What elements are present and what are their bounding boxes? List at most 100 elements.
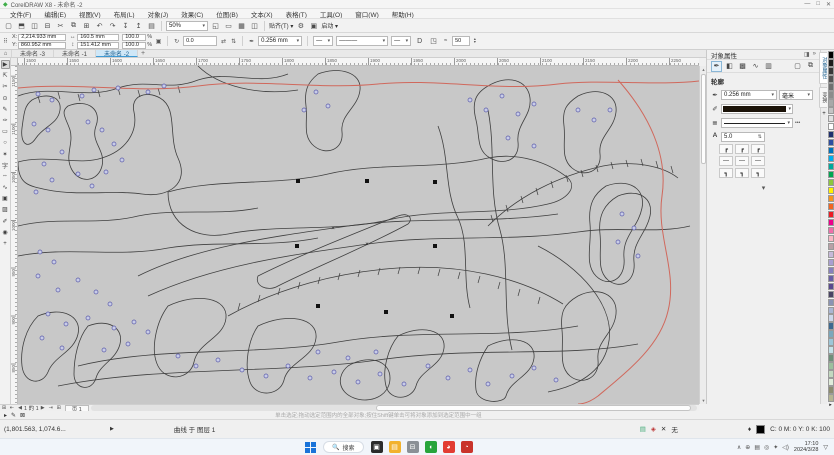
palette-color-17[interactable] (828, 187, 834, 195)
palette-color-40[interactable] (828, 370, 834, 378)
palette-color-42[interactable] (828, 386, 834, 394)
document-tab-0[interactable]: 未命名 -3 (12, 50, 54, 57)
freehand-tool[interactable]: ✎ (1, 105, 10, 114)
palette-color-22[interactable] (828, 227, 834, 235)
connector-tool[interactable]: ∿ (1, 183, 10, 192)
corner-style-button-1[interactable]: ┏ (735, 144, 749, 154)
palette-color-30[interactable] (828, 291, 834, 299)
eyedropper-tool[interactable]: ✐ (1, 217, 10, 226)
show-guidelines-icon[interactable]: ◫ (249, 20, 260, 31)
scale-v-field[interactable]: 100.0 (122, 42, 146, 49)
paste-icon[interactable]: ⊞ (81, 20, 92, 31)
palette-color-14[interactable] (828, 163, 834, 171)
photos-app-icon[interactable]: ▣ (371, 441, 383, 453)
palette-flyout-icon[interactable]: ▸ (829, 402, 832, 408)
ruler-origin[interactable] (11, 58, 18, 66)
docker-pin-icon[interactable]: ◨ (804, 51, 810, 58)
palette-color-2[interactable] (828, 67, 834, 75)
rotation-field[interactable]: 0.0 (183, 36, 217, 46)
tray-icon-0[interactable]: ∧ (737, 444, 741, 451)
show-rulers-icon[interactable]: ▭ (223, 20, 234, 31)
palette-color-38[interactable] (828, 354, 834, 362)
save-icon[interactable]: ◫ (29, 20, 40, 31)
file-explorer-icon[interactable]: ▤ (389, 441, 401, 453)
dimension-tool[interactable]: ⇔ (1, 172, 10, 181)
outline-width-combo[interactable]: 0.256 mm▾ (258, 36, 302, 46)
line-cap-button-1[interactable]: — (735, 156, 749, 166)
palette-color-4[interactable] (828, 83, 834, 91)
artistic-media-tool[interactable]: ✑ (1, 116, 10, 125)
menu-item-8[interactable]: 表格(T) (280, 9, 313, 19)
palette-color-34[interactable] (828, 322, 834, 330)
miter-limit-field[interactable]: 5.0⇅ (721, 132, 765, 142)
fill-tab-icon[interactable]: ◧ (724, 61, 735, 72)
object-height-field[interactable]: 151.412 mm (77, 42, 119, 49)
menu-item-10[interactable]: 窗口(W) (349, 9, 384, 19)
docker-expander-icon[interactable]: ▾ (707, 184, 820, 192)
coreldraw-app-icon[interactable]: ◔ (461, 441, 473, 453)
drop-shadow-tool[interactable]: ▣ (1, 194, 10, 203)
palette-color-43[interactable] (828, 394, 834, 402)
smooth-field[interactable]: 50 (452, 36, 470, 46)
palette-color-32[interactable] (828, 307, 834, 315)
palette-color-31[interactable] (828, 299, 834, 307)
menu-item-2[interactable]: 视图(V) (73, 9, 107, 19)
interactive-fill-tool[interactable]: ◉ (1, 228, 10, 237)
palette-color-27[interactable] (828, 267, 834, 275)
palette-color-35[interactable] (828, 330, 834, 338)
palette-color-19[interactable] (828, 203, 834, 211)
crop-tool[interactable]: ✂ (1, 82, 10, 91)
palette-color-5[interactable] (828, 91, 834, 99)
palette-color-3[interactable] (828, 75, 834, 83)
palette-color-15[interactable] (828, 171, 834, 179)
palette-color-8[interactable] (828, 115, 834, 123)
transparency-tool[interactable]: ▨ (1, 205, 10, 214)
palette-color-25[interactable] (828, 251, 834, 259)
transparency-tab-icon[interactable]: ▩ (737, 61, 748, 72)
add-tool-button[interactable]: + (1, 239, 10, 248)
show-grid-icon[interactable]: ▦ (236, 20, 247, 31)
launch-dropdown[interactable]: 启动 ▾ (321, 21, 338, 30)
zoom-tool[interactable]: ⊙ (1, 94, 10, 103)
mirror-horizontal-icon[interactable]: ⇄ (220, 38, 227, 45)
palette-color-21[interactable] (828, 219, 834, 227)
ellipse-tool[interactable]: ○ (1, 138, 10, 147)
summary-tab-icon[interactable]: ▥ (763, 61, 774, 72)
menu-item-6[interactable]: 位图(B) (210, 9, 244, 19)
palette-color-6[interactable] (828, 99, 834, 107)
horizontal-ruler[interactable]: 1500155016001650170017501800185019001950… (18, 58, 699, 66)
palette-color-33[interactable] (828, 314, 834, 322)
redo-icon[interactable]: ↷ (107, 20, 118, 31)
tray-icon-3[interactable]: ◎ (764, 444, 769, 451)
curve-tab-icon[interactable]: ∿ (750, 61, 761, 72)
minimize-button[interactable]: — (804, 1, 810, 8)
palette-color-18[interactable] (828, 195, 834, 203)
palette-color-16[interactable] (828, 179, 834, 187)
drawing-canvas[interactable]: ×× (18, 66, 699, 404)
close-button[interactable]: ✕ (826, 1, 831, 8)
outline-position-button-0[interactable]: ┓ (719, 168, 733, 178)
frame-tab-icon[interactable]: ▢ (792, 61, 803, 72)
menu-item-4[interactable]: 对象(J) (142, 9, 175, 19)
mirror-vertical-icon[interactable]: ⇅ (230, 38, 237, 45)
cut-icon[interactable]: ✂ (55, 20, 66, 31)
fullscreen-preview-icon[interactable]: ◱ (210, 20, 221, 31)
outline-position-button-2[interactable]: ┓ (751, 168, 765, 178)
palette-color-39[interactable] (828, 362, 834, 370)
options-icon[interactable]: ⚙ (295, 20, 306, 31)
line-cap-button-2[interactable]: — (751, 156, 765, 166)
scale-h-field[interactable]: 100.0 (122, 34, 146, 41)
line-cap-button-0[interactable]: — (719, 156, 733, 166)
taskbar-clock[interactable]: 17:10 2024/3/28 (794, 441, 818, 453)
menu-item-9[interactable]: 工具(O) (314, 9, 348, 19)
palette-color-41[interactable] (828, 378, 834, 386)
arrow-end-combo[interactable]: —▾ (391, 36, 411, 46)
corner-style-button-0[interactable]: ┏ (719, 144, 733, 154)
open-icon[interactable]: ⬒ (16, 20, 27, 31)
snap-dropdown[interactable]: 贴齐(T) ▾ (269, 21, 293, 30)
wrap-text-icon[interactable]: D (414, 36, 425, 47)
shape-tool[interactable]: ⇱ (1, 71, 10, 80)
palette-color-10[interactable] (828, 131, 834, 139)
palette-color-1[interactable] (828, 59, 834, 67)
green-browser-icon[interactable]: ◖ (425, 441, 437, 453)
